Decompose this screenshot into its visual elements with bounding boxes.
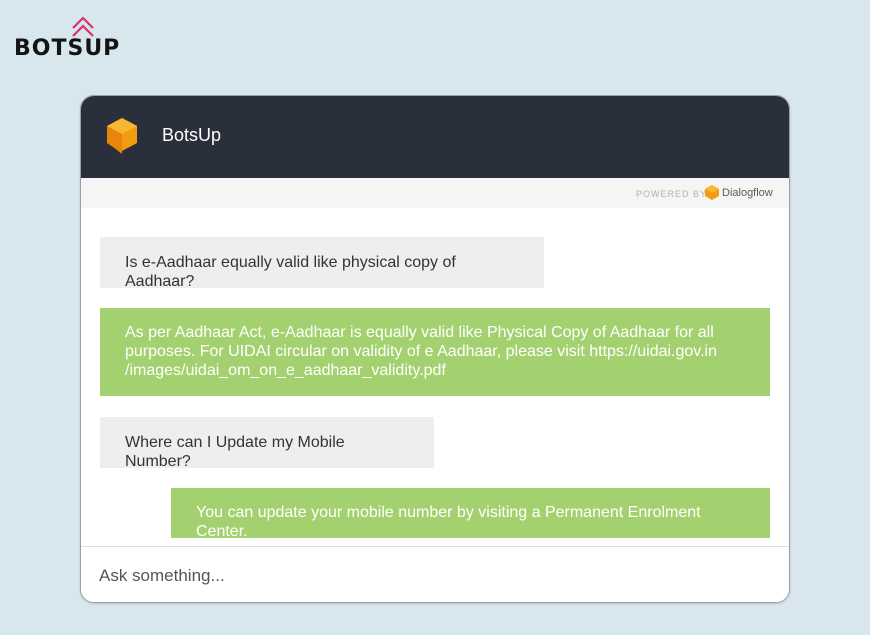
message-text: As per Aadhaar Act, e-Aadhaar is equally…: [125, 324, 717, 379]
dialogflow-logo-icon: [705, 185, 719, 200]
logo-text: BOTSUP: [14, 36, 121, 61]
message-text: Is e-Aadhaar equally valid like physical…: [125, 254, 456, 290]
chat-title: BotsUp: [162, 125, 222, 145]
chat-header: BotsUp: [81, 96, 789, 178]
dialogflow-cube-avatar-icon: [107, 118, 137, 154]
message-text: You can update your mobile number by vis…: [196, 504, 701, 540]
message-input-area: [81, 546, 789, 602]
message-input[interactable]: [81, 547, 789, 602]
chat-widget: BotsUp POWERED BY Dialogflow Is e-Aadhaa…: [80, 95, 790, 603]
bot-message: You can update your mobile number by vis…: [171, 488, 770, 540]
message-text: Where can I Update my Mobile Number?: [125, 434, 345, 470]
message-list: Is e-Aadhaar equally valid like physical…: [81, 208, 789, 546]
user-message: Where can I Update my Mobile Number?: [100, 417, 434, 470]
user-message: Is e-Aadhaar equally valid like physical…: [100, 237, 544, 290]
bot-message: As per Aadhaar Act, e-Aadhaar is equally…: [100, 308, 770, 396]
powered-by-label: POWERED BY: [636, 189, 708, 199]
powered-by-bar: POWERED BY Dialogflow: [81, 178, 789, 208]
botsup-logo: BOTSUP: [14, 14, 119, 64]
powered-by-name: Dialogflow: [722, 187, 773, 199]
